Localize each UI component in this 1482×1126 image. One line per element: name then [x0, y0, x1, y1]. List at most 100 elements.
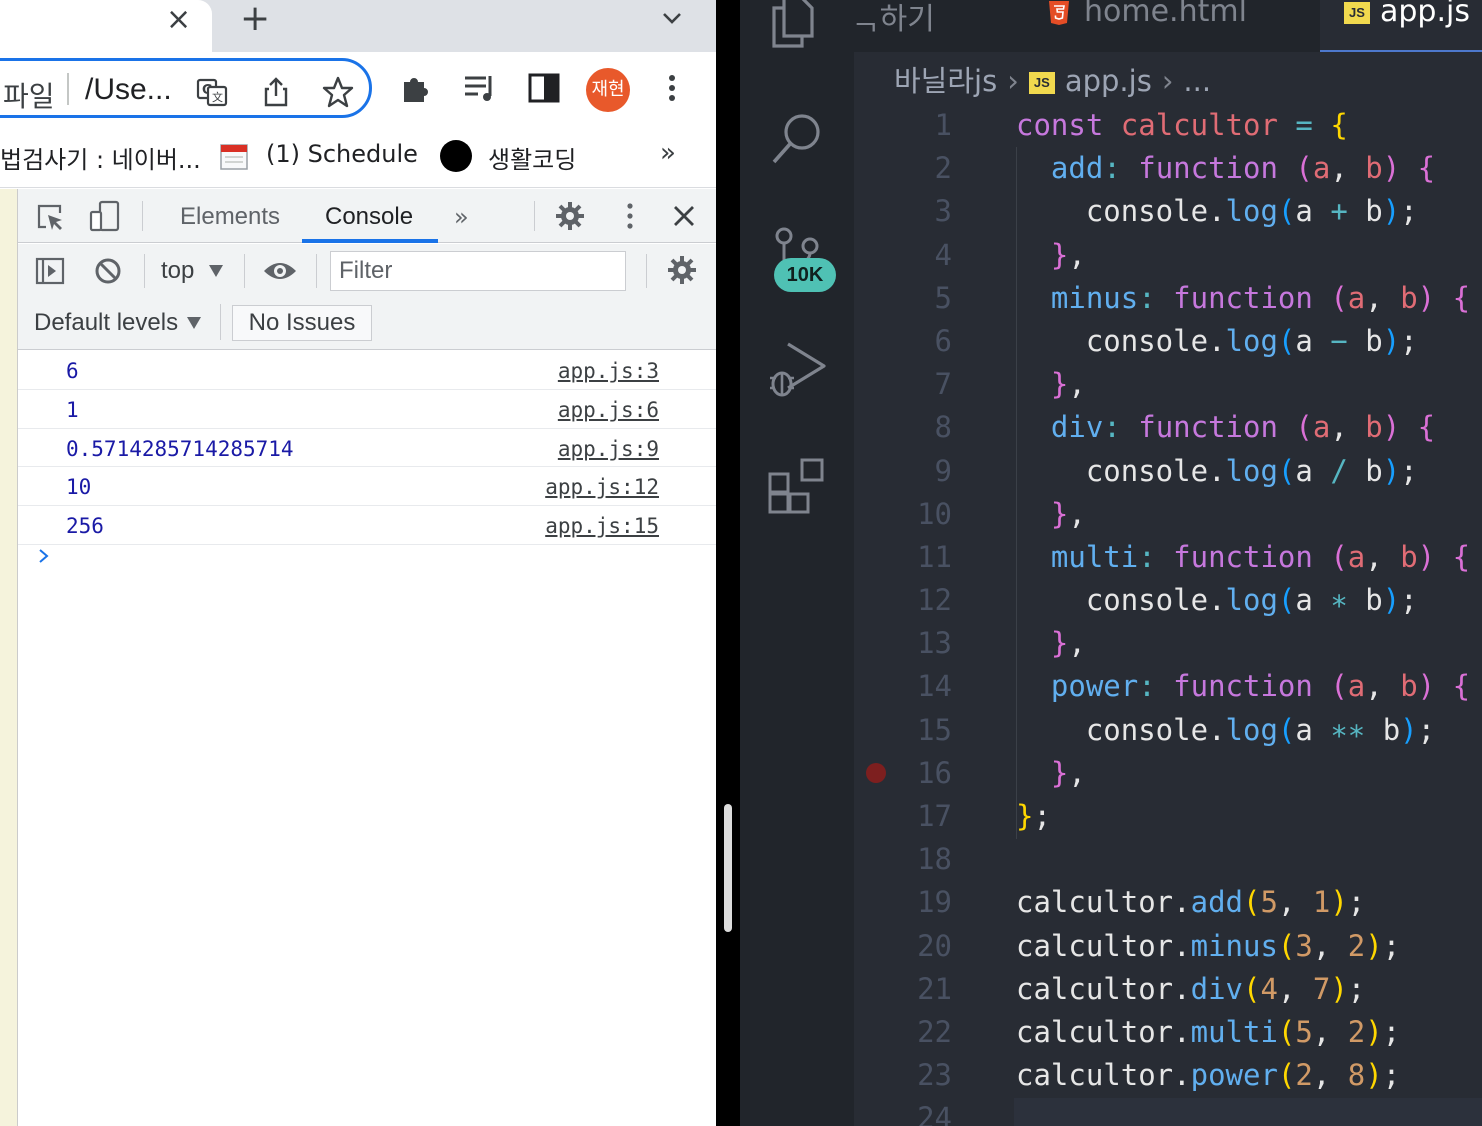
- html-file-icon: [1049, 0, 1069, 25]
- source-link[interactable]: app.js:3: [558, 359, 659, 383]
- url-scheme-label: 파일: [3, 80, 55, 113]
- js-file-icon: JS: [1028, 72, 1055, 94]
- code-line: 6 console.log(a − b);: [854, 320, 1482, 363]
- keyword: function: [1138, 151, 1278, 186]
- tab-console[interactable]: Console: [325, 203, 413, 231]
- variable-name: calcultor: [1120, 108, 1278, 142]
- toolbar-divider: [220, 304, 221, 340]
- profile-avatar[interactable]: 재현: [586, 68, 630, 112]
- line-number: 12: [917, 583, 952, 618]
- code-editor[interactable]: 1 const calcultor = { 2 add: function (a…: [854, 104, 1482, 1126]
- line-number: 23: [917, 1058, 952, 1093]
- line-number: 22: [917, 1014, 952, 1049]
- close-devtools-icon[interactable]: [670, 202, 698, 230]
- console-object: console: [1085, 453, 1209, 488]
- kebab-menu-icon[interactable]: [654, 70, 690, 106]
- line-number: 8: [934, 410, 952, 445]
- source-link[interactable]: app.js:6: [558, 398, 659, 422]
- keyword: const: [1016, 108, 1104, 142]
- object-ref: calcultor: [1016, 971, 1174, 1006]
- console-object: console: [1085, 194, 1209, 229]
- clear-console-icon[interactable]: [92, 255, 124, 287]
- search-icon[interactable]: [766, 108, 828, 170]
- media-queue-icon[interactable]: [462, 70, 498, 106]
- bookmark-item[interactable]: (1) Schedule: [266, 140, 418, 168]
- log-levels-dropdown[interactable]: Default levels: [34, 309, 178, 337]
- inspect-element-icon[interactable]: [34, 201, 66, 233]
- number-arg: 2: [1347, 1014, 1366, 1049]
- object-ref: calcultor: [1016, 1014, 1174, 1049]
- param: a: [1347, 280, 1366, 315]
- bookmark-star-icon[interactable]: [321, 75, 355, 109]
- console-settings-gear-icon[interactable]: [666, 254, 698, 286]
- code-line: 5 minus: function (a, b) {: [854, 277, 1482, 320]
- bookmark-item[interactable]: 생활코딩: [488, 140, 576, 175]
- number-arg: 5: [1260, 885, 1278, 920]
- param: a: [1347, 669, 1366, 704]
- method-call: log: [1225, 323, 1278, 358]
- more-tabs-button[interactable]: »: [454, 203, 469, 231]
- extensions-puzzle-icon[interactable]: [398, 70, 434, 106]
- number-arg: 2: [1295, 1058, 1313, 1093]
- editor-tab-home-html[interactable]: home.html: [1048, 0, 1247, 29]
- line-number: 3: [934, 194, 952, 229]
- filter-input[interactable]: [330, 251, 626, 291]
- sidebar-toggle-icon[interactable]: [34, 255, 66, 287]
- address-bar[interactable]: 파일 /Use... G 文: [0, 58, 372, 118]
- operator: =: [1295, 108, 1313, 142]
- new-tab-button[interactable]: +: [240, 0, 270, 39]
- breadcrumb-symbol[interactable]: ...: [1183, 64, 1211, 98]
- source-link[interactable]: app.js:9: [558, 437, 659, 461]
- param: a: [1312, 151, 1331, 186]
- share-icon[interactable]: [259, 75, 293, 109]
- bookmark-item[interactable]: 법검사기 : 네이버...: [0, 140, 201, 175]
- line-number: 5: [934, 280, 952, 315]
- tab-elements[interactable]: Elements: [180, 203, 280, 231]
- param: b: [1400, 280, 1418, 315]
- tab-close-icon[interactable]: ×: [166, 2, 191, 37]
- console-object: console: [1085, 712, 1209, 747]
- number-arg: 4: [1260, 971, 1278, 1006]
- breadcrumb-file[interactable]: app.js: [1065, 64, 1152, 98]
- code-line: 20 calcultor.minus(3, 2);: [854, 925, 1482, 968]
- method-name: multi: [1050, 539, 1139, 574]
- keyword: function: [1173, 669, 1313, 704]
- toolbar-divider: [316, 254, 317, 288]
- source-link[interactable]: app.js:12: [545, 475, 659, 499]
- source-link[interactable]: app.js:15: [545, 514, 659, 538]
- breadcrumb-folder[interactable]: 바닐라js: [894, 64, 997, 98]
- context-dropdown-icon[interactable]: [208, 264, 224, 278]
- explorer-files-icon[interactable]: [766, 0, 828, 52]
- live-expression-eye-icon[interactable]: [262, 257, 298, 285]
- issues-button[interactable]: No Issues: [232, 305, 372, 341]
- settings-gear-icon[interactable]: [554, 200, 586, 232]
- resize-handle[interactable]: [724, 804, 732, 932]
- line-number: 20: [917, 928, 952, 963]
- console-prompt-chevron-icon[interactable]: [36, 547, 52, 565]
- active-tab[interactable]: ×: [0, 0, 212, 52]
- param: b: [1365, 410, 1383, 445]
- log-value: 6: [66, 359, 79, 383]
- tab-search-chevron-icon[interactable]: [660, 6, 684, 30]
- url-text[interactable]: /Use...: [85, 73, 172, 107]
- method-call: log: [1225, 453, 1278, 488]
- levels-dropdown-icon[interactable]: [186, 316, 202, 330]
- run-debug-icon[interactable]: [766, 338, 828, 400]
- bookmarks-bar: 법검사기 : 네이버... (1) Schedule 생활코딩 »: [0, 124, 716, 188]
- breadcrumb-separator: ›: [1161, 64, 1174, 98]
- opentutorials-favicon-icon: [440, 140, 472, 172]
- devtools-menu-icon[interactable]: [614, 200, 646, 232]
- bookmarks-overflow-button[interactable]: »: [660, 138, 676, 168]
- code-line: 18: [854, 838, 1482, 881]
- line-number: 1: [934, 108, 952, 142]
- console-message: 1 app.js:6: [18, 390, 716, 429]
- device-toggle-icon[interactable]: [88, 199, 122, 233]
- code-line: 16 },: [854, 752, 1482, 795]
- extensions-icon[interactable]: [766, 456, 828, 518]
- translate-icon[interactable]: G 文: [195, 75, 229, 109]
- svg-text:文: 文: [212, 90, 223, 104]
- context-selector[interactable]: top: [161, 257, 194, 285]
- editor-tab-app-js[interactable]: JS app.js: [1320, 0, 1482, 52]
- editor-tab-partial[interactable]: ᆨ하기: [852, 0, 935, 38]
- side-panel-icon[interactable]: [526, 70, 562, 106]
